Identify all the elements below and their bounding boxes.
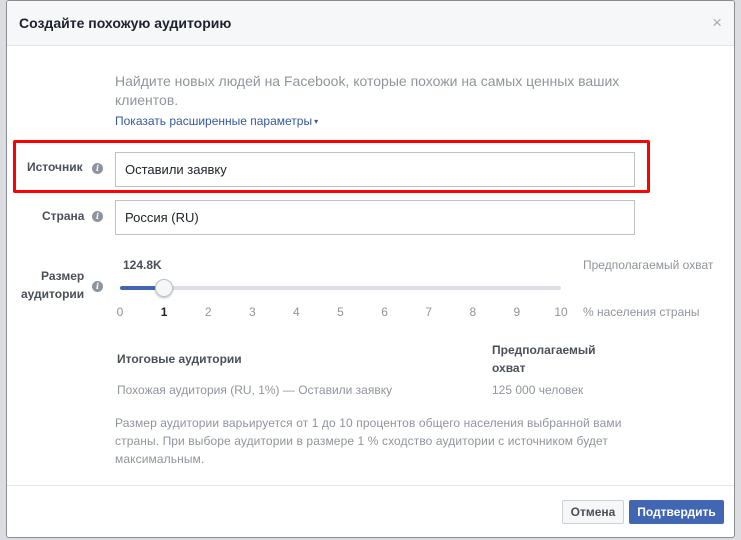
- slider-tick-label[interactable]: 6: [381, 305, 388, 319]
- audience-size-note: Размер аудитории варьируется от 1 до 10 …: [115, 416, 622, 466]
- estimated-reach-label: Предполагаемый охват: [583, 258, 714, 272]
- slider-tick-label[interactable]: 7: [425, 305, 432, 319]
- slider-tick-label[interactable]: 5: [337, 305, 344, 319]
- slider-tick-label[interactable]: 2: [205, 305, 212, 319]
- audience-size-label-line2: аудитории: [21, 287, 85, 301]
- confirm-button[interactable]: Подтвердить: [629, 500, 724, 524]
- close-icon[interactable]: ×: [712, 14, 722, 31]
- percent-of-population-label: % населения страны: [583, 305, 700, 319]
- country-label: Страна: [42, 209, 85, 223]
- audience-size-label-line1: Размер: [41, 269, 85, 283]
- slider-value: 124.8K: [123, 258, 162, 272]
- info-icon[interactable]: i: [92, 211, 103, 222]
- advanced-link-label: Показать расширенные параметры: [115, 114, 313, 128]
- country-input[interactable]: Россия (RU): [115, 200, 635, 235]
- dialog-header: Создайте похожую аудиторию ×: [7, 1, 734, 46]
- slider-tick-label[interactable]: 0: [117, 305, 124, 319]
- audience-slider-handle[interactable]: [155, 279, 174, 297]
- caret-down-icon: ▾: [314, 117, 319, 126]
- slider-tick-label[interactable]: 1: [161, 305, 168, 319]
- dialog-title: Создайте похожую аудиторию: [19, 15, 232, 31]
- estimated-reach-header-line2: охват: [492, 361, 526, 375]
- dialog-footer: Отмена Подтвердить: [7, 485, 734, 537]
- slider-tick-label[interactable]: 3: [249, 305, 256, 319]
- lookalike-audience-dialog: Создайте похожую аудиторию × Найдите нов…: [6, 0, 735, 538]
- slider-tick-label[interactable]: 8: [469, 305, 476, 319]
- audience-slider-track[interactable]: [120, 286, 561, 290]
- slider-tick-label[interactable]: 4: [293, 305, 300, 319]
- source-input[interactable]: Оставили заявку: [115, 152, 635, 187]
- info-icon[interactable]: i: [92, 163, 103, 174]
- show-advanced-link[interactable]: Показать расширенные параметры ▾: [115, 114, 318, 128]
- final-audience-value: Похожая аудитория (RU, 1%) — Оставили за…: [117, 383, 393, 397]
- intro-text: Найдите новых людей на Facebook, которые…: [115, 73, 620, 108]
- estimated-reach-value: 125 000 человек: [492, 383, 584, 397]
- slider-tick-label[interactable]: 10: [554, 305, 567, 319]
- final-audiences-header: Итоговые аудитории: [117, 352, 242, 366]
- source-label: Источник: [27, 160, 83, 174]
- estimated-reach-header-line1: Предполагаемый: [492, 343, 596, 357]
- info-icon[interactable]: i: [92, 281, 103, 292]
- slider-tick-label[interactable]: 9: [514, 305, 521, 319]
- cancel-button[interactable]: Отмена: [562, 500, 624, 524]
